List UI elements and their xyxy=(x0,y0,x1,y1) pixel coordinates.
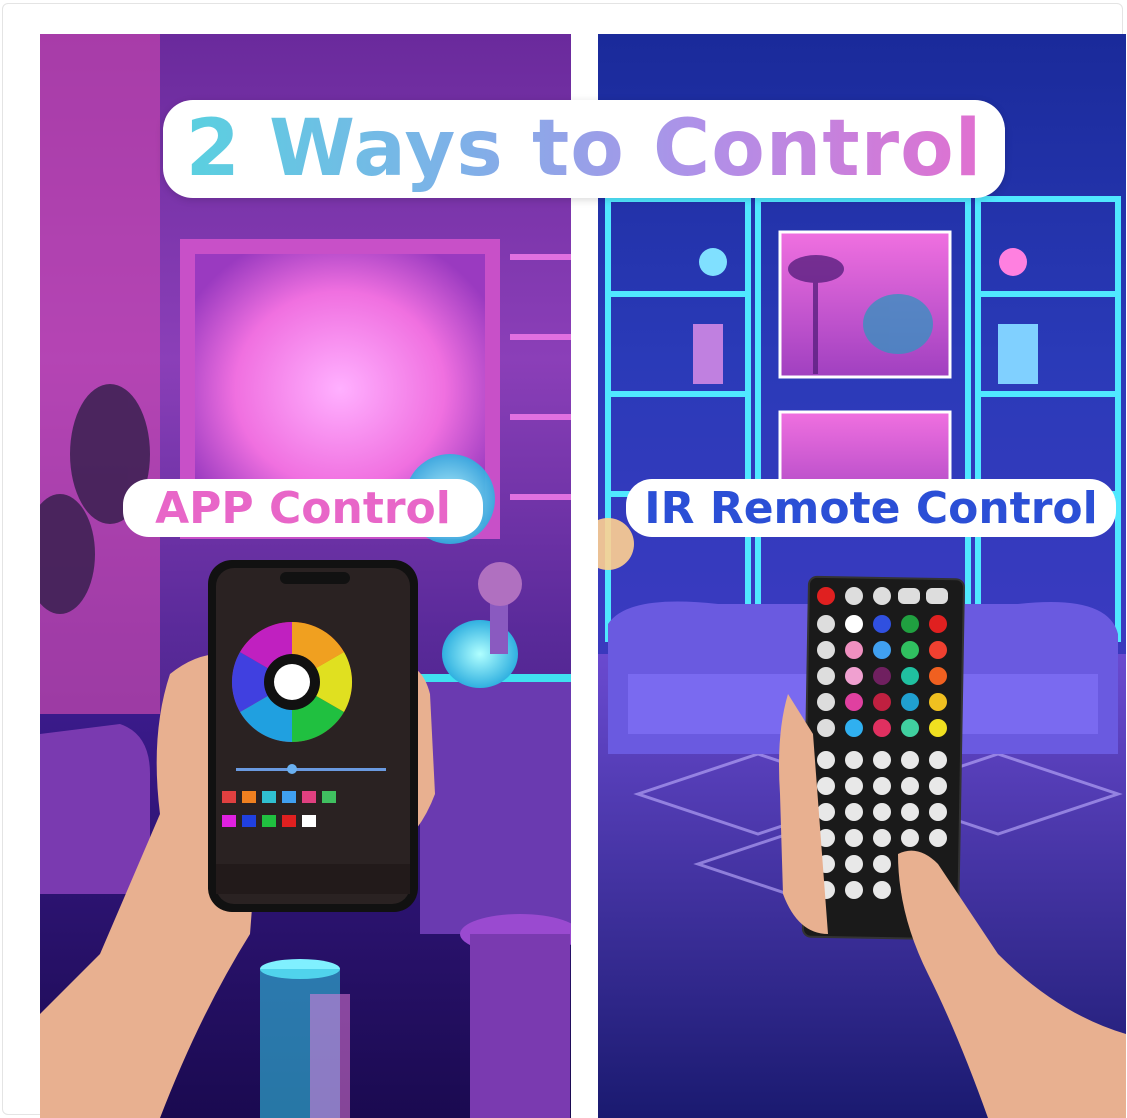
app-control-label: APP Control xyxy=(123,479,483,537)
page-title: 2 Ways to Control xyxy=(185,104,983,194)
title-banner: 2 Ways to Control xyxy=(163,100,1005,198)
ir-remote-control-label: IR Remote Control xyxy=(626,479,1116,537)
